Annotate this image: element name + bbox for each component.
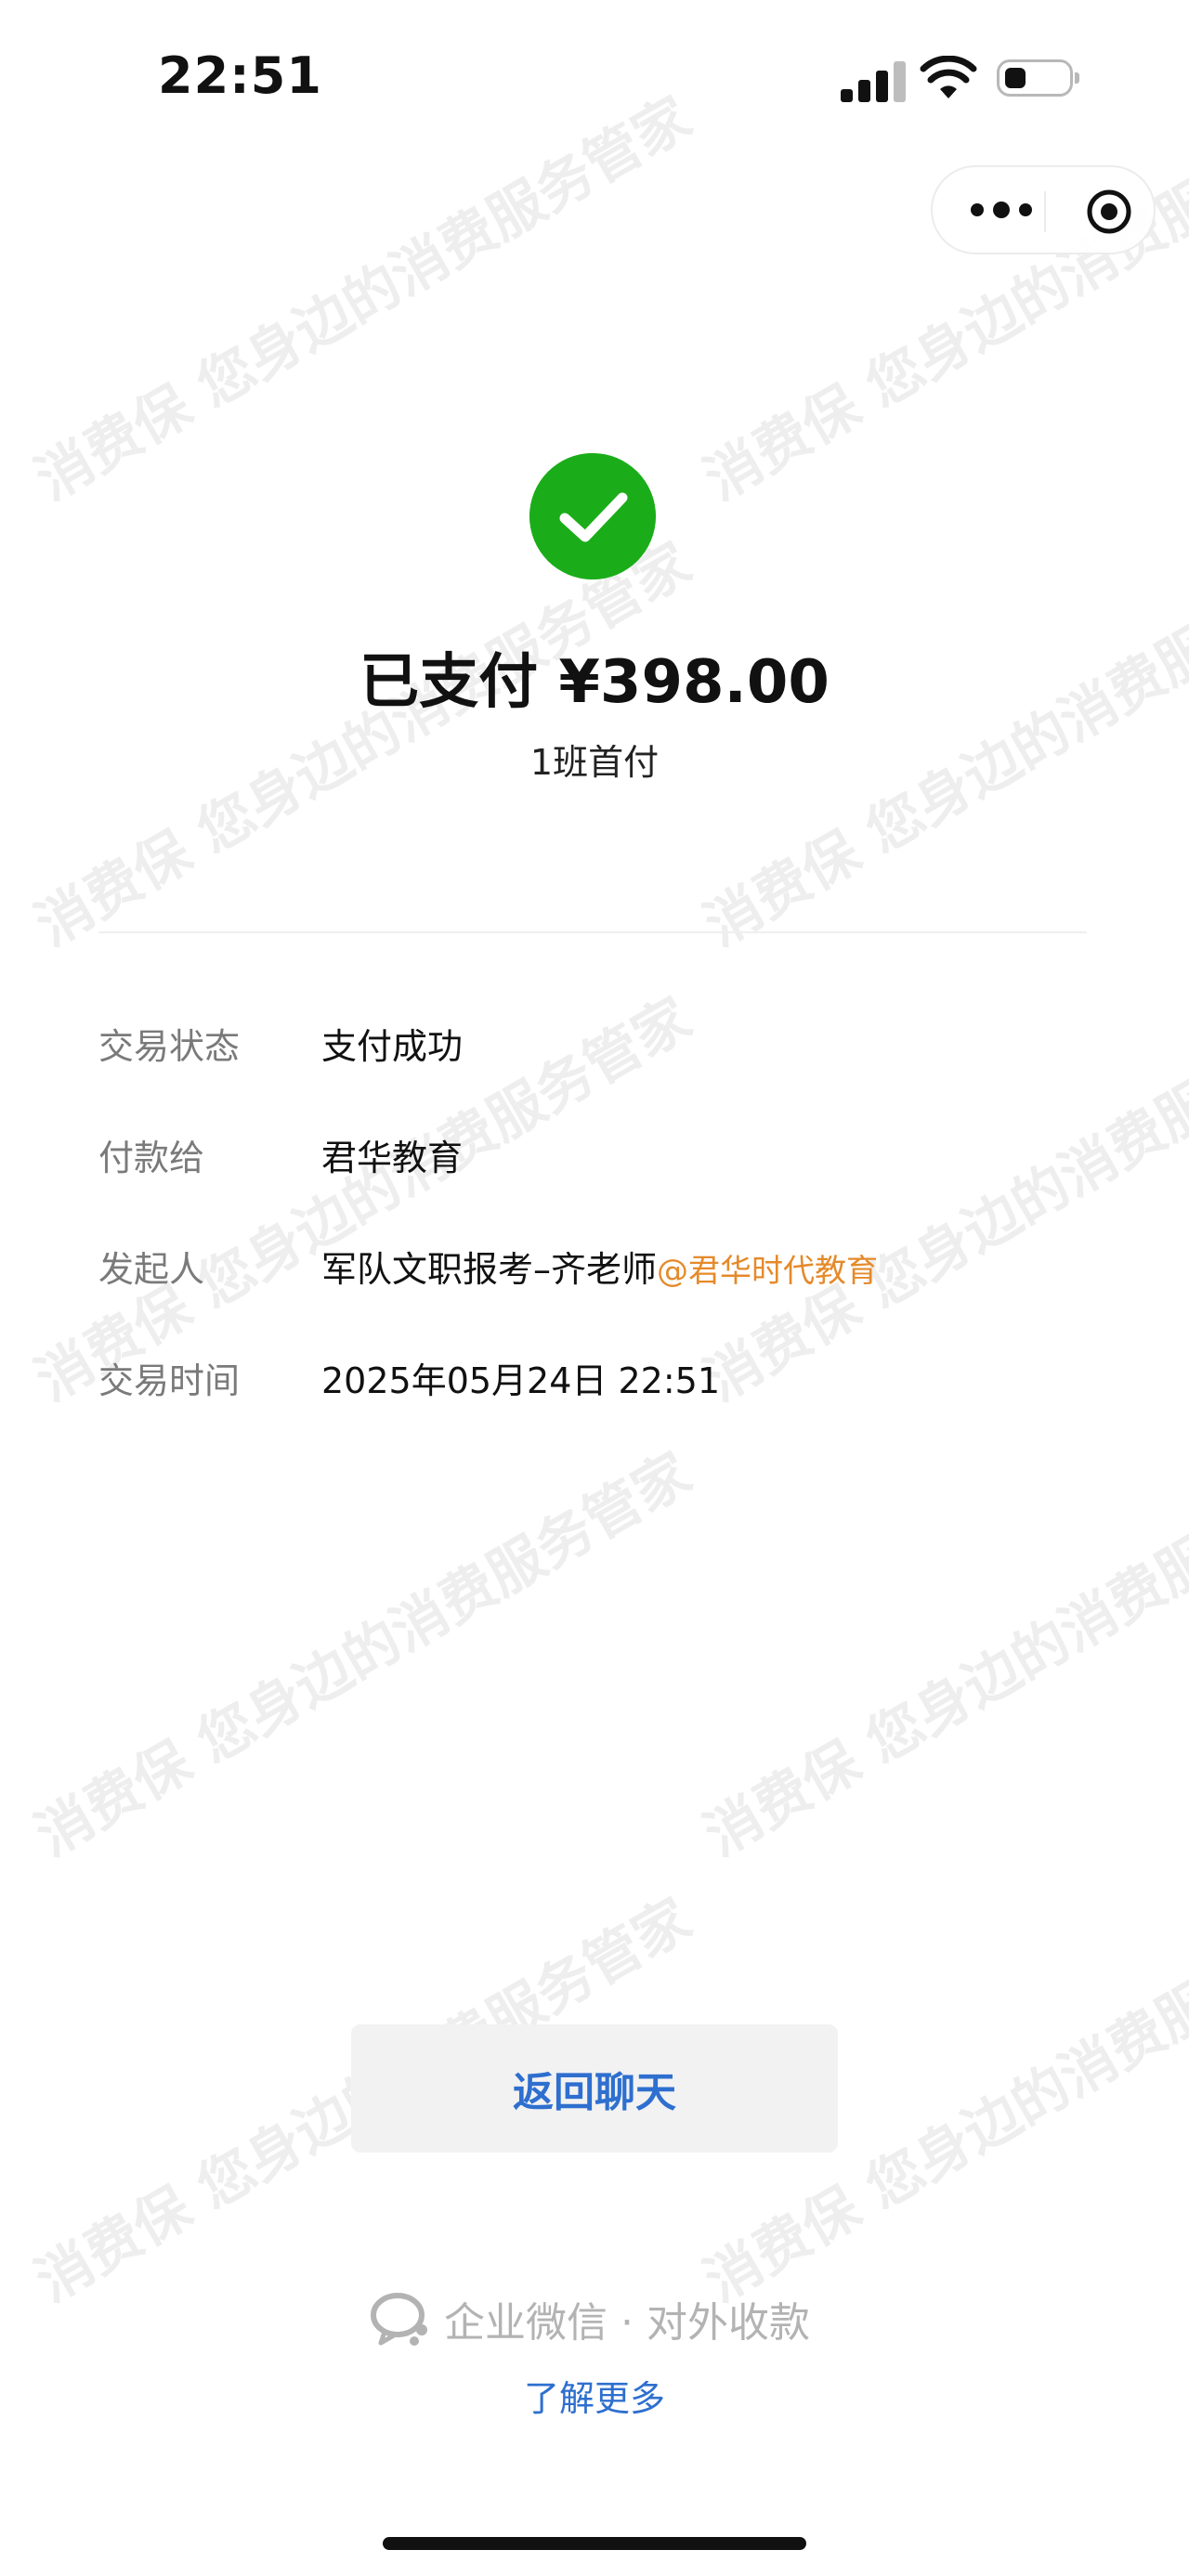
cellular-signal-icon (841, 61, 906, 102)
target-circle-icon[interactable] (1085, 188, 1133, 236)
learn-more-link[interactable]: 了解更多 (0, 2370, 1189, 2421)
footer-brand-text: 企业微信 · 对外收款 (444, 2299, 810, 2347)
wifi-icon (920, 56, 977, 98)
detail-row-initiator: 发起人 军队文职报考–齐老师@君华时代教育 (98, 1241, 1120, 1296)
payee-label: 付款给 (98, 1138, 205, 1178)
detail-row-payee: 付款给 君华教育 (98, 1129, 1120, 1185)
back-to-chat-button[interactable]: 返回聊天 (351, 2024, 838, 2153)
initiator-name: 军队文职报考–齐老师 (321, 1249, 658, 1290)
status-bar: 22:51 (0, 0, 1189, 149)
status-label: 交易状态 (98, 1026, 241, 1067)
payment-amount-title: 已支付 ¥398.00 (359, 648, 830, 717)
initiator-org: @君华时代教育 (657, 1253, 879, 1290)
capsule-divider (1044, 191, 1046, 232)
detail-row-time: 交易时间 2025年05月24日 22:51 (98, 1352, 1120, 1408)
time-value: 2025年05月24日 22:51 (321, 1360, 721, 1401)
check-circle-icon (529, 453, 656, 579)
initiator-value: 军队文职报考–齐老师@君华时代教育 (321, 1241, 878, 1292)
status-value: 支付成功 (321, 1026, 464, 1067)
status-time: 22:51 (158, 46, 322, 105)
divider (98, 931, 1087, 933)
initiator-label: 发起人 (98, 1249, 205, 1290)
more-dots-icon[interactable] (964, 189, 1039, 230)
footer-brand: 企业微信 · 对外收款 (368, 2286, 810, 2351)
payment-description: 1班首付 (529, 742, 660, 783)
watermark-text: 消费保 您身边的消费服务管家 (25, 1440, 702, 1869)
watermark-text: 消费保 您身边的消费服务管家 (694, 1440, 1189, 1869)
battery-icon (997, 59, 1079, 97)
time-label: 交易时间 (98, 1360, 241, 1401)
detail-row-status: 交易状态 支付成功 (98, 1018, 1120, 1073)
payee-value: 君华教育 (321, 1138, 464, 1178)
miniprogram-capsule (931, 165, 1156, 254)
home-indicator[interactable] (383, 2537, 806, 2550)
wecom-logo-icon (371, 2293, 427, 2346)
